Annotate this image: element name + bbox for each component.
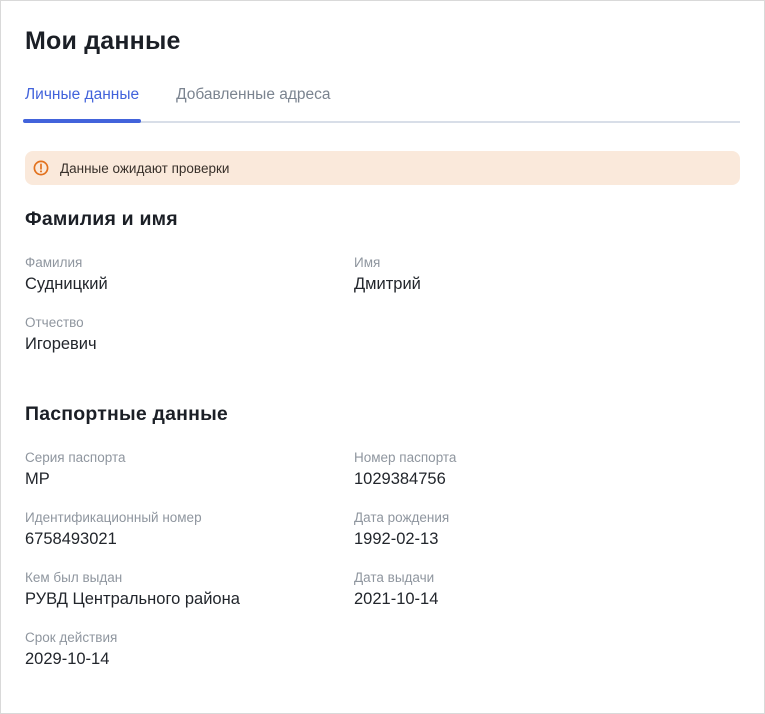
field-expiry-date: Срок действия 2029-10-14 — [25, 630, 354, 669]
field-label: Отчество — [25, 315, 354, 330]
field-label: Серия паспорта — [25, 450, 354, 465]
field-value: 6758493021 — [25, 530, 354, 549]
page-title: Мои данные — [25, 27, 740, 56]
field-first-name: Имя Дмитрий — [354, 255, 740, 294]
field-value: 1029384756 — [354, 470, 740, 489]
field-label: Номер паспорта — [354, 450, 740, 465]
field-value: Судницкий — [25, 275, 354, 294]
field-label: Имя — [354, 255, 740, 270]
field-value: РУВД Центрального района — [25, 590, 354, 609]
field-value: Дмитрий — [354, 275, 740, 294]
banner-message: Данные ожидают проверки — [60, 161, 229, 176]
tab-added-addresses[interactable]: Добавленные адреса — [176, 86, 330, 121]
field-identification-number: Идентификационный номер 6758493021 — [25, 510, 354, 549]
tab-personal-data[interactable]: Личные данные — [25, 86, 139, 121]
section-title-name: Фамилия и имя — [25, 208, 740, 231]
field-passport-number: Номер паспорта 1029384756 — [354, 450, 740, 489]
field-passport-series: Серия паспорта МР — [25, 450, 354, 489]
field-label: Дата рождения — [354, 510, 740, 525]
my-data-page: Мои данные Личные данные Добавленные адр… — [0, 0, 765, 714]
field-label: Кем был выдан — [25, 570, 354, 585]
field-middle-name: Отчество Игоревич — [25, 315, 354, 354]
field-value: 2029-10-14 — [25, 650, 354, 669]
tab-bar: Личные данные Добавленные адреса — [25, 86, 740, 123]
field-value: Игоревич — [25, 335, 354, 354]
field-value: МР — [25, 470, 354, 489]
pending-verification-banner: Данные ожидают проверки — [25, 151, 740, 185]
field-value: 2021-10-14 — [354, 590, 740, 609]
field-label: Идентификационный номер — [25, 510, 354, 525]
field-birth-date: Дата рождения 1992-02-13 — [354, 510, 740, 549]
passport-fields: Серия паспорта МР Номер паспорта 1029384… — [25, 450, 740, 669]
field-issue-date: Дата выдачи 2021-10-14 — [354, 570, 740, 609]
field-label: Срок действия — [25, 630, 354, 645]
field-value: 1992-02-13 — [354, 530, 740, 549]
name-fields: Фамилия Судницкий Имя Дмитрий Отчество И… — [25, 255, 740, 354]
field-label: Дата выдачи — [354, 570, 740, 585]
field-last-name: Фамилия Судницкий — [25, 255, 354, 294]
field-label: Фамилия — [25, 255, 354, 270]
field-issued-by: Кем был выдан РУВД Центрального района — [25, 570, 354, 609]
alert-circle-icon — [33, 160, 49, 176]
section-title-passport: Паспортные данные — [25, 403, 740, 426]
